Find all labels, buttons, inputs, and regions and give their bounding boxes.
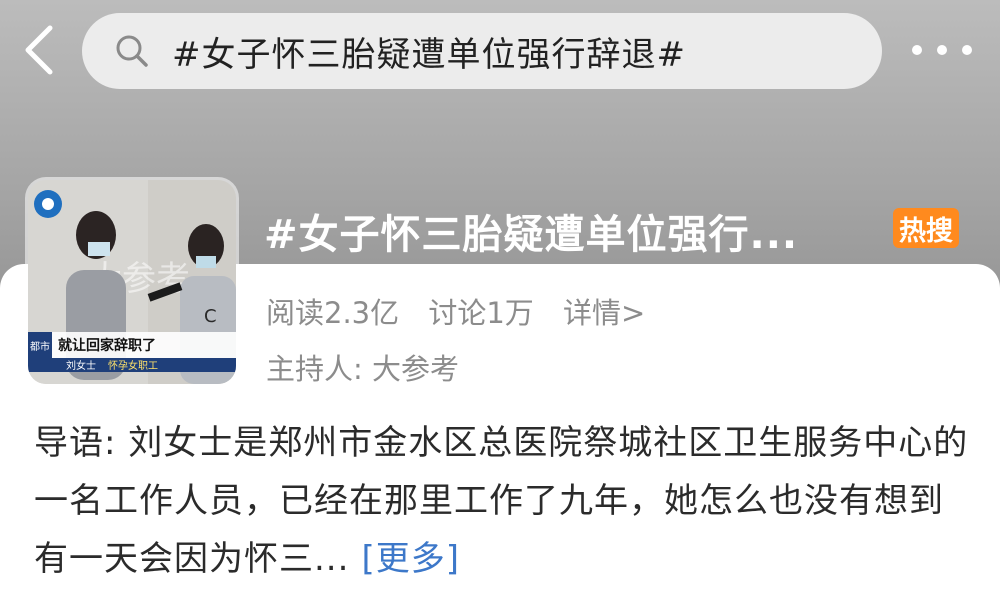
topic-thumbnail[interactable]: 大参考 C 就让回家辞职了 刘女士 怀孕女职工 都市 bbox=[28, 180, 236, 384]
detail-link[interactable]: 详情> bbox=[563, 296, 645, 330]
discussion-count: 讨论1万 bbox=[428, 296, 534, 330]
intro-body: 导语: 刘女士是郑州市金水区总医院祭城社区卫生服务中心的一名工作人员，已经在那里… bbox=[34, 423, 969, 579]
thumbnail-logo-text: 都市 bbox=[30, 340, 50, 353]
search-query: #女子怀三胎疑遭单位强行辞退# bbox=[172, 34, 686, 75]
read-count: 阅读2.3亿 bbox=[266, 296, 400, 330]
topic-stats: 阅读2.3亿 讨论1万 详情> bbox=[266, 290, 665, 332]
more-dot-icon bbox=[912, 45, 922, 55]
thumbnail-subcaption-name: 刘女士 bbox=[66, 359, 96, 372]
hot-search-badge: 热搜 bbox=[893, 208, 959, 248]
thumbnail-subcaption-role: 怀孕女职工 bbox=[108, 359, 158, 372]
search-bar[interactable]: #女子怀三胎疑遭单位强行辞退# bbox=[82, 13, 882, 89]
intro-text: 导语: 刘女士是郑州市金水区总医院祭城社区卫生服务中心的一名工作人员，已经在那里… bbox=[34, 414, 974, 588]
back-button[interactable] bbox=[18, 22, 62, 78]
more-dot-icon bbox=[937, 45, 947, 55]
more-dot-icon bbox=[962, 45, 972, 55]
svg-text:C: C bbox=[204, 306, 217, 327]
video-still-image: 大参考 C 就让回家辞职了 刘女士 怀孕女职工 都市 bbox=[28, 180, 236, 384]
more-link[interactable]: [更多] bbox=[361, 539, 460, 579]
host-label: 主持人: 大参考 bbox=[266, 352, 459, 386]
more-options-button[interactable] bbox=[912, 38, 972, 62]
topic-title[interactable]: #女子怀三胎疑遭单位强行... bbox=[264, 202, 798, 260]
thumbnail-caption: 就让回家辞职了 bbox=[58, 337, 156, 354]
back-arrow-icon bbox=[25, 25, 53, 75]
search-icon bbox=[116, 35, 148, 67]
top-bar: #女子怀三胎疑遭单位强行辞退# bbox=[0, 0, 1000, 100]
